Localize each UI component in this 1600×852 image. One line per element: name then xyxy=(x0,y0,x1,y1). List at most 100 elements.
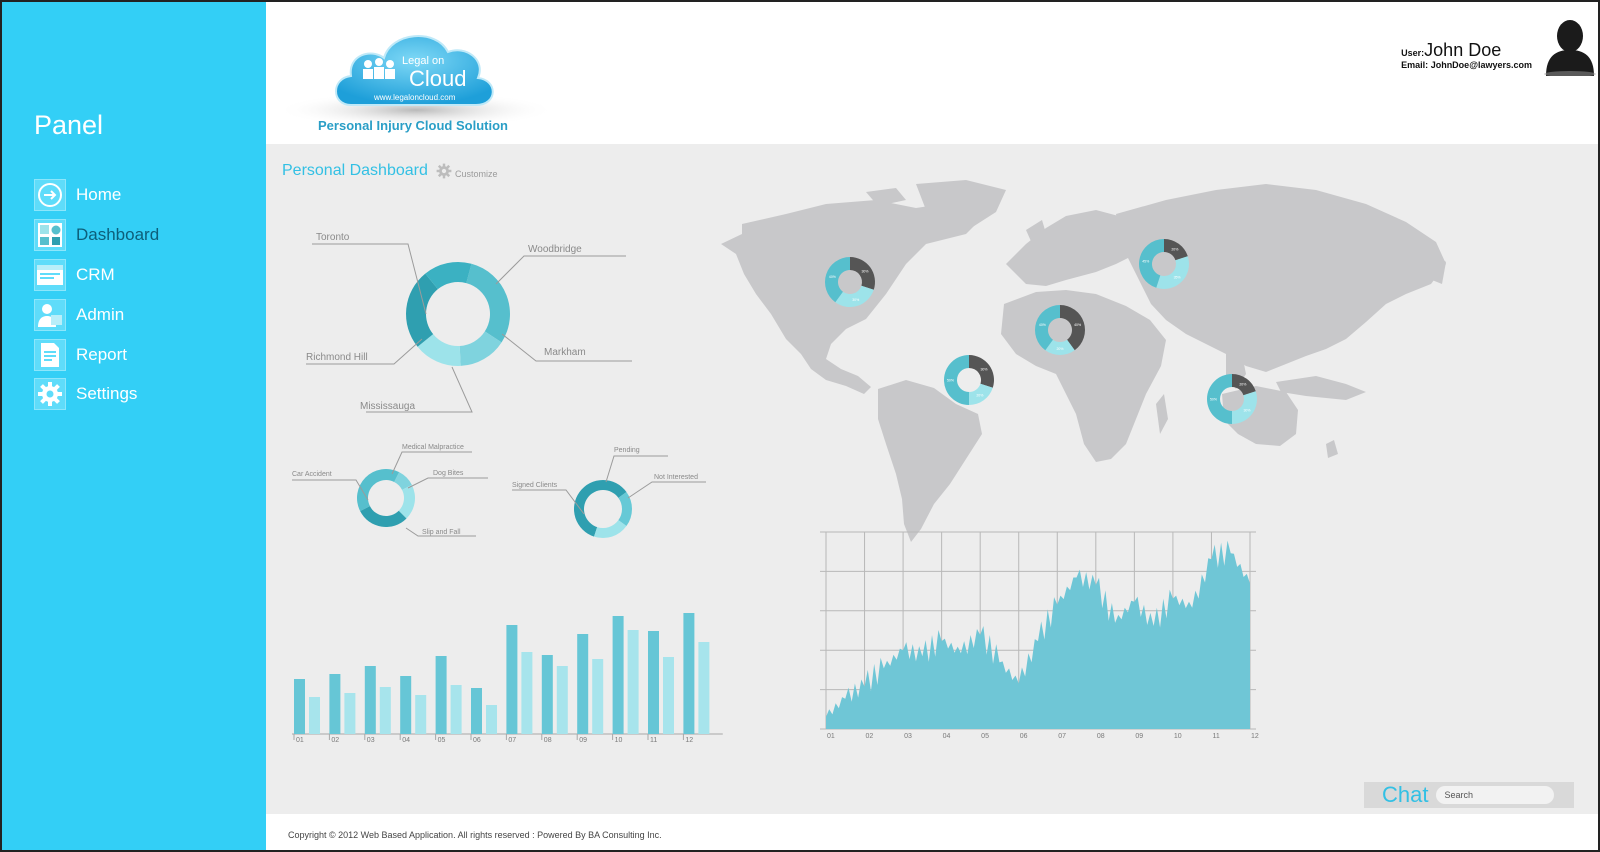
chat-label[interactable]: Chat xyxy=(1382,782,1428,808)
user-email: JohnDoe@lawyers.com xyxy=(1430,60,1532,70)
client-status-donut xyxy=(573,479,632,538)
donut-label-richmond-hill: Richmond Hill xyxy=(306,352,368,363)
area-tick-label-01: 01 xyxy=(827,733,835,740)
bar-series2-02 xyxy=(344,693,356,734)
bar-series2-10 xyxy=(627,630,639,734)
admin-user-icon xyxy=(34,299,66,331)
area-tick-label-06: 06 xyxy=(1020,733,1028,740)
monthly-area-chart: 01 02 03 04 05 06 07 08 09 10 11 12 xyxy=(820,531,1259,740)
area-tick-label-07: 07 xyxy=(1058,733,1066,740)
map-donut-4-data-label-2: 50% xyxy=(1210,398,1217,402)
tagline: Personal Injury Cloud Solution xyxy=(318,118,508,133)
gear-icon xyxy=(436,163,452,184)
map-donut-0-data-label-2: 40% xyxy=(829,275,836,279)
sidebar-title: Panel xyxy=(34,110,104,140)
map-donut-1-data-label-0: 20% xyxy=(1171,248,1178,252)
area-tick-label-09: 09 xyxy=(1135,733,1143,740)
area-tick-label-10: 10 xyxy=(1174,733,1182,740)
client-label-pending: Pending xyxy=(614,447,640,454)
sidebar-item-label: CRM xyxy=(76,265,115,284)
donut-label-woodbridge: Woodbridge xyxy=(528,244,582,255)
sidebar-item-label: Admin xyxy=(76,305,125,324)
logo-main-text: Cloud xyxy=(409,66,466,91)
case-label-car-accident: Car Accident xyxy=(292,471,332,478)
user-info: User:John Doe Email: JohnDoe@lawyers.com xyxy=(1401,40,1532,70)
map-donut-1-data-label-2: 45% xyxy=(1142,260,1149,264)
bar-series2-07 xyxy=(521,652,533,734)
chat-search-input[interactable] xyxy=(1436,786,1555,804)
bar-tick-label-04: 04 xyxy=(402,737,410,744)
bar-tick-label-06: 06 xyxy=(473,737,481,744)
bar-tick-label-01: 01 xyxy=(296,737,304,744)
sidebar-item-crm[interactable]: CRM xyxy=(34,258,254,292)
case-label-dog-bites: Dog Bites xyxy=(433,470,464,477)
avatar[interactable] xyxy=(1542,12,1598,77)
sidebar-item-dashboard[interactable]: Dashboard xyxy=(34,218,254,252)
header: Legal on Cloud www.legaloncloud.com Pers… xyxy=(266,2,1598,144)
client-donut-slice-2 xyxy=(594,520,627,538)
bar-tick-label-09: 09 xyxy=(579,737,587,744)
logo-url-text: www.legaloncloud.com xyxy=(373,93,456,102)
bar-tick-label-03: 03 xyxy=(367,737,375,744)
area-tick-label-12: 12 xyxy=(1251,733,1259,740)
case-label-medical-malpractice: Medical Malpractice xyxy=(402,444,464,451)
bar-tick-label-10: 10 xyxy=(615,737,623,744)
sidebar-item-admin[interactable]: Admin xyxy=(34,298,254,332)
client-label-not-interested: Not Interested xyxy=(654,474,698,481)
report-document-icon xyxy=(34,339,66,371)
bar-tick-label-11: 11 xyxy=(650,737,657,744)
bar-series2-05 xyxy=(450,685,462,734)
sidebar-item-label: Dashboard xyxy=(76,225,160,244)
gear-icon xyxy=(34,378,66,410)
sidebar-item-label: Home xyxy=(76,185,122,204)
sidebar-item-home[interactable]: Home xyxy=(34,178,254,212)
bar-series1-07 xyxy=(506,625,518,734)
user-label: User: xyxy=(1401,48,1425,58)
bar-series1-02 xyxy=(329,674,341,734)
dashboard-charts: 30% 30% 40% 20% 35% 45% 40% 20% 40% 30% 20% 50% 20% 3… xyxy=(292,180,1446,744)
map-donut-0-data-label-1: 30% xyxy=(852,298,859,302)
donut-label-markham: Markham xyxy=(544,347,586,358)
page-title: Personal Dashboard xyxy=(282,162,428,179)
map-donut-1-data-label-1: 35% xyxy=(1174,276,1181,280)
bar-tick-label-07: 07 xyxy=(508,737,516,744)
user-name: John Doe xyxy=(1424,40,1502,60)
copyright-text: Copyright © 2012 Web Based Application. … xyxy=(288,830,662,840)
arrow-right-icon xyxy=(34,179,66,211)
chat-widget: Chat xyxy=(1364,782,1574,808)
bar-series2-04 xyxy=(415,695,427,734)
map-donut-2-data-label-1: 20% xyxy=(1056,347,1063,351)
bar-series2-08 xyxy=(556,666,568,734)
city-distribution-donut xyxy=(406,262,510,366)
bar-series1-01 xyxy=(294,679,305,734)
bar-tick-label-08: 08 xyxy=(544,737,552,744)
customize-label: Customize xyxy=(455,168,498,179)
customize-button[interactable]: Customize xyxy=(436,163,498,184)
sidebar-item-report[interactable]: Report xyxy=(34,338,254,372)
bar-series1-03 xyxy=(364,666,376,734)
sidebar: Panel Home Dashboard CRM Admin Report Se… xyxy=(2,2,266,850)
dashboard-main: 30% 30% 40% 20% 35% 45% 40% 20% 40% 30% 20% 50% 20% 3… xyxy=(266,144,1598,814)
sidebar-item-settings[interactable]: Settings xyxy=(34,377,254,411)
bar-series1-08 xyxy=(541,655,553,734)
city-donut-slice-0 xyxy=(466,263,510,343)
map-donut-3-data-label-0: 30% xyxy=(980,368,987,372)
legal-on-cloud-logo[interactable]: Legal on Cloud www.legaloncloud.com xyxy=(276,10,566,135)
bar-series1-10 xyxy=(612,616,624,734)
area-tick-label-11: 11 xyxy=(1212,733,1219,740)
bar-series2-11 xyxy=(663,657,674,734)
bar-series2-09 xyxy=(592,659,604,734)
crm-window-icon xyxy=(34,259,66,291)
area-tick-label-03: 03 xyxy=(904,733,912,740)
donut-label-toronto: Toronto xyxy=(316,232,350,243)
bar-series2-12 xyxy=(698,642,710,734)
bar-series1-09 xyxy=(577,634,589,734)
monthly-bar-chart: 01 02 03 04 05 06 07 08 09 10 11 12 xyxy=(292,613,723,744)
map-donut-3-data-label-2: 50% xyxy=(947,379,954,383)
map-donut-2-data-label-0: 40% xyxy=(1074,323,1081,327)
bar-series2-01 xyxy=(309,697,320,734)
sidebar-item-label: Settings xyxy=(76,384,138,403)
bar-series2-03 xyxy=(379,687,391,734)
footer: Copyright © 2012 Web Based Application. … xyxy=(266,814,1598,850)
sidebar-item-label: Report xyxy=(76,345,128,364)
